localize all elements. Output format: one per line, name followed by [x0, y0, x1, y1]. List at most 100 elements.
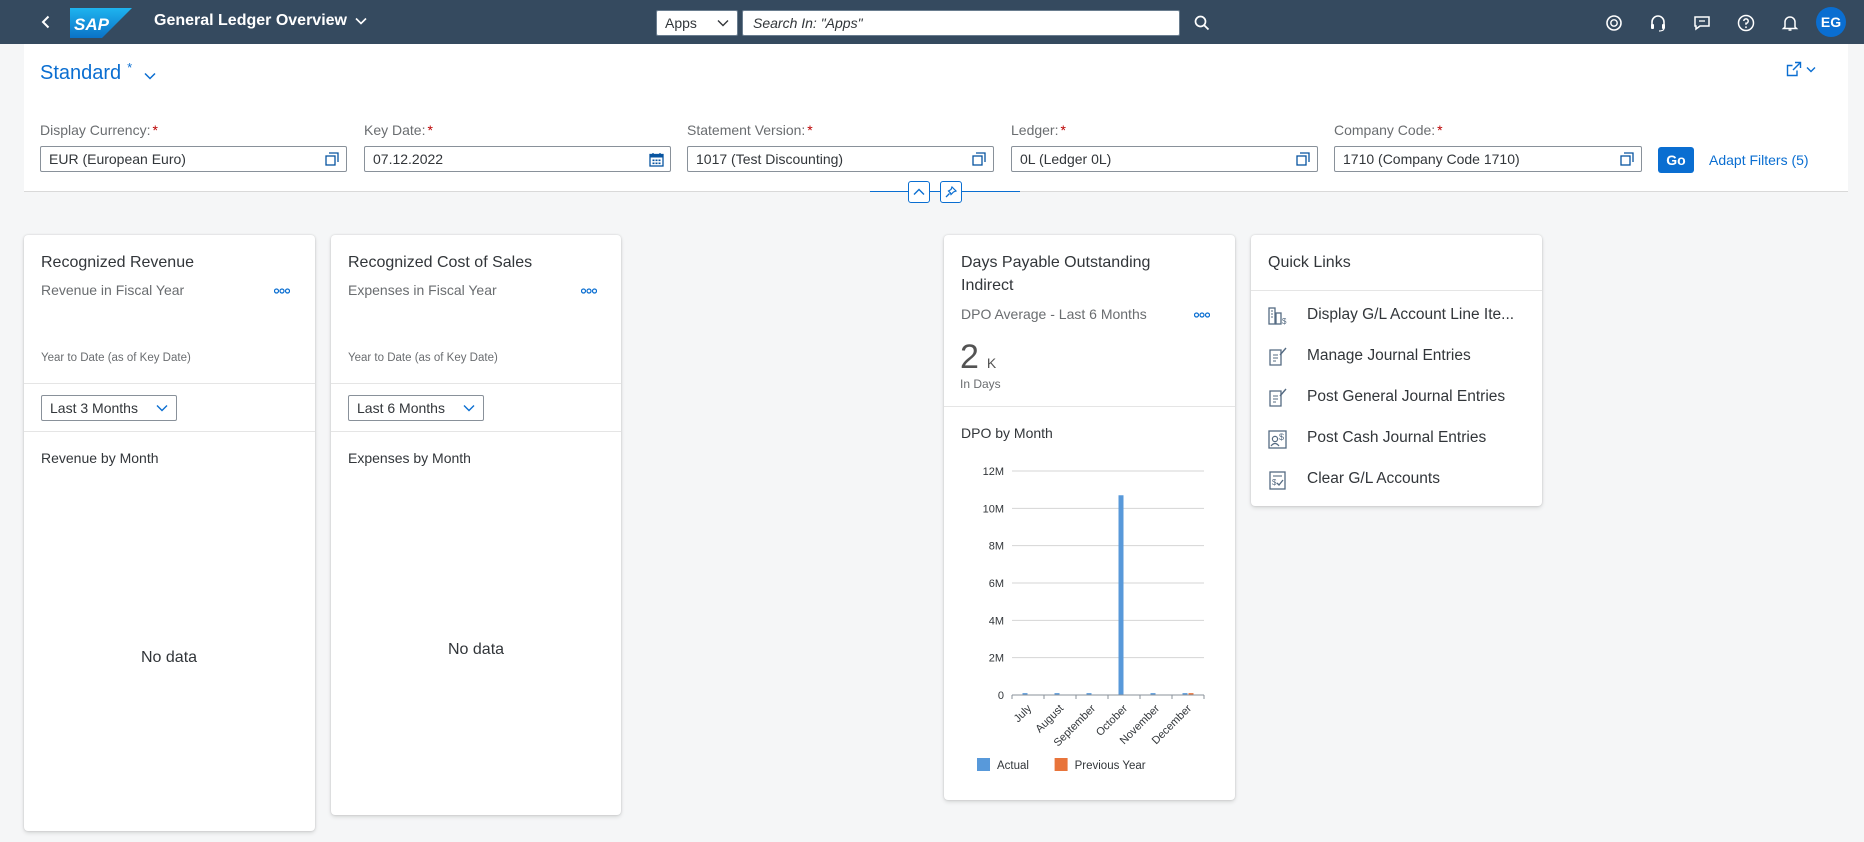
search-scope-select[interactable]: Apps — [656, 10, 738, 36]
avatar[interactable]: EG — [1816, 7, 1846, 37]
card-subtitle: DPO Average - Last 6 Months — [961, 306, 1147, 322]
card-days-payable-outstanding: Days Payable Outstanding Indirect DPO Av… — [944, 235, 1235, 800]
y-tick-label: 2M — [989, 653, 1004, 665]
separator — [944, 406, 1235, 407]
bell-icon[interactable] — [1778, 11, 1802, 35]
kpi-unit: K — [986, 355, 997, 371]
legend-label: Previous Year — [1075, 760, 1146, 772]
app-title-menu[interactable]: General Ledger Overview — [154, 12, 367, 30]
collapse-header-button[interactable] — [908, 181, 930, 203]
field-value: EUR (European Euro) — [49, 151, 186, 167]
ledger-field[interactable]: 0L (Ledger 0L) — [1011, 146, 1318, 172]
quick-link-post-general-journal-entries[interactable]: Post General Journal Entries — [1251, 377, 1543, 417]
journal-edit-icon — [1269, 347, 1287, 366]
no-data-text: No data — [141, 649, 198, 666]
avatar-initials: EG — [1820, 14, 1842, 30]
svg-text:$: $ — [1279, 432, 1284, 442]
quick-link-clear-gl-accounts[interactable]: $ Clear G/L Accounts — [1251, 459, 1543, 499]
quick-link-label: Manage Journal Entries — [1307, 347, 1471, 364]
quick-link-label: Clear G/L Accounts — [1307, 470, 1440, 487]
card-title: Quick Links — [1268, 254, 1351, 271]
co-pilot-icon[interactable] — [1602, 11, 1626, 35]
no-data-text: No data — [448, 641, 505, 658]
company-code-field[interactable]: 1710 (Company Code 1710) — [1334, 146, 1642, 172]
field-value: 1017 (Test Discounting) — [696, 151, 844, 167]
y-tick-label: 0 — [998, 690, 1004, 702]
filter-statement-version: Statement Version: * 1017 (Test Discounti… — [687, 122, 994, 172]
card-title: Recognized Revenue — [41, 254, 194, 271]
separator — [24, 431, 315, 432]
app-title: General Ledger Overview — [154, 12, 347, 29]
go-button[interactable]: Go — [1658, 147, 1694, 173]
sap-logo[interactable]: SAP — [70, 8, 132, 38]
card-subtitle: Expenses in Fiscal Year — [348, 282, 497, 298]
y-tick-label: 4M — [989, 615, 1004, 627]
share-menu[interactable] — [1786, 58, 1826, 80]
quick-link-label: Post Cash Journal Entries — [1307, 429, 1487, 446]
variant-name: Standard — [40, 62, 122, 84]
chevron-down-icon — [463, 405, 475, 412]
separator — [1251, 290, 1542, 291]
dpo-bar-chart: 02M4M6M8M10M12MJuly AugustSeptemberOctobe… — [977, 466, 1205, 772]
y-tick-label: 12M — [983, 466, 1004, 478]
period-select[interactable]: Last 3 Months — [41, 395, 177, 421]
period-select[interactable]: Last 6 Months — [348, 395, 484, 421]
field-value: 0L (Ledger 0L) — [1020, 151, 1112, 167]
chevron-down-icon — [717, 20, 729, 27]
chart-section-label: Revenue by Month — [41, 450, 159, 466]
pin-header-button[interactable] — [940, 181, 962, 203]
adapt-filters-button[interactable]: Adapt Filters (5) — [1709, 152, 1809, 168]
quick-link-manage-journal-entries[interactable]: Manage Journal Entries — [1251, 336, 1543, 376]
more-options-icon[interactable] — [579, 284, 599, 298]
key-date-field[interactable]: 07.12.2022 — [364, 146, 671, 172]
legend-label: Actual — [997, 760, 1029, 772]
y-tick-label: 8M — [989, 541, 1004, 553]
filter-ledger: Ledger: * 0L (Ledger 0L) — [1011, 122, 1318, 172]
cash-journal-icon: $ — [1268, 430, 1287, 449]
kpi-caption: In Days — [960, 377, 1001, 391]
more-options-icon[interactable] — [1192, 308, 1212, 322]
separator — [331, 431, 621, 432]
display-currency-field[interactable]: EUR (European Euro) — [40, 146, 347, 172]
journal-post-icon — [1269, 388, 1287, 407]
filter-key-date: Key Date: * 07.12.2022 — [364, 122, 671, 172]
period-note: Year to Date (as of Key Date) — [41, 352, 191, 364]
filter-label: Key Date: * — [364, 122, 433, 138]
card-quick-links: Quick Links $ Display G/L Account Line I… — [1251, 235, 1542, 506]
clear-accounts-icon: $ — [1269, 471, 1286, 490]
period-select-value: Last 3 Months — [50, 400, 138, 416]
search-input[interactable]: Search In: "Apps" — [742, 10, 1180, 36]
value-help-icon[interactable] — [971, 151, 987, 167]
legend-swatch — [977, 758, 990, 771]
svg-text:$: $ — [1282, 317, 1287, 326]
value-help-icon[interactable] — [1295, 151, 1311, 167]
card-subtitle: Revenue in Fiscal Year — [41, 282, 185, 298]
calendar-icon[interactable] — [648, 151, 664, 167]
pin-icon — [945, 186, 957, 198]
share-icon — [1786, 61, 1802, 77]
quick-link-display-line-items[interactable]: $ Display G/L Account Line Ite... — [1251, 295, 1543, 335]
kpi-value: 2 — [960, 338, 979, 376]
shell-bar: SAP General Ledger Overview Apps Search … — [0, 0, 1864, 44]
feedback-icon[interactable] — [1690, 11, 1714, 35]
variant-selector[interactable]: Standard * — [40, 60, 156, 85]
headset-icon[interactable] — [1646, 11, 1670, 35]
variant-modified-marker: * — [127, 60, 133, 75]
value-help-icon[interactable] — [324, 151, 340, 167]
chevron-up-icon — [913, 188, 925, 195]
field-value: 1710 (Company Code 1710) — [1343, 151, 1520, 167]
filter-label: Company Code: * — [1334, 122, 1443, 138]
search-icon[interactable] — [1190, 11, 1214, 35]
statement-version-field[interactable]: 1017 (Test Discounting) — [687, 146, 994, 172]
more-options-icon[interactable] — [272, 284, 292, 298]
period-select-value: Last 6 Months — [357, 400, 445, 416]
quick-link-label: Display G/L Account Line Ite... — [1307, 306, 1515, 323]
card-title-line-2: Indirect — [961, 277, 1014, 294]
value-help-icon[interactable] — [1619, 151, 1635, 167]
field-value: 07.12.2022 — [373, 151, 444, 167]
back-icon[interactable] — [34, 10, 58, 34]
quick-link-post-cash-journal-entries[interactable]: $ Post Cash Journal Entries — [1251, 418, 1543, 458]
legend-swatch — [1054, 758, 1068, 771]
svg-text:SAP: SAP — [74, 15, 110, 34]
help-icon[interactable] — [1734, 11, 1758, 35]
